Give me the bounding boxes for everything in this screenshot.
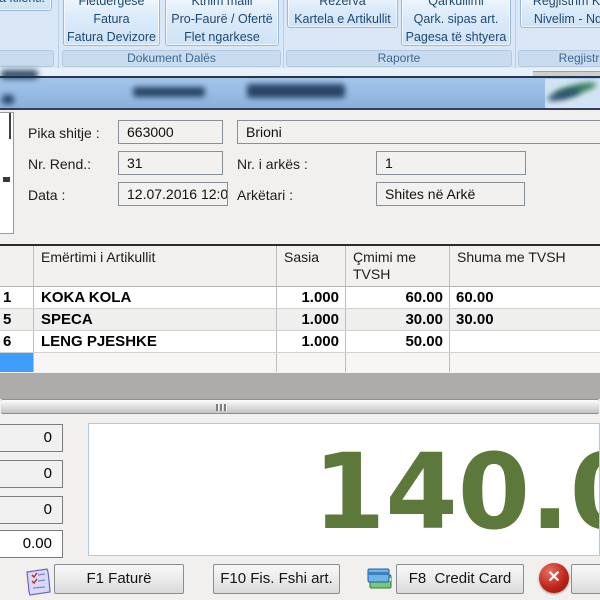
close-icon[interactable]: ✕ <box>539 563 569 593</box>
amount-field[interactable]: 0.00 <box>0 530 63 558</box>
blurred-text <box>1 70 38 79</box>
ribbon-item-qark-sipas-art[interactable]: Qark. sipas art. <box>402 10 510 28</box>
ribbon-item-kthim-malli[interactable]: Kthim malli <box>166 0 278 10</box>
splitter-grip-icon <box>216 404 218 411</box>
table-row[interactable]: 5 SPECA 1.000 30.00 30.00 <box>0 309 600 331</box>
ribbon-button-label: ga klienti. <box>0 0 45 7</box>
cell-qty: 1.000 <box>277 287 346 308</box>
table-header-row: Emërtimi i Artikullit Sasia Çmimi me TVS… <box>0 246 600 287</box>
group-caption-dokument-dales: Dokument Dalës <box>62 50 281 67</box>
side-panel-mark <box>3 177 10 182</box>
ribbon-toolbar: ga klienti. Fletdërgese Fatura Fatura De… <box>0 0 600 68</box>
ribbon-item-fatura-devizore[interactable]: Fatura Devizore <box>64 28 159 46</box>
side-panel-fragment <box>0 112 14 234</box>
splitter-grip-icon <box>220 404 222 411</box>
cell-rownum: 6 <box>0 331 34 352</box>
ribbon-item-pro-faure[interactable]: Pro-Faurë / Ofertë <box>166 10 278 28</box>
ribbon-item-qarkullimi[interactable]: Qarkullimi <box>402 0 510 10</box>
ribbon-item-pagesa-shtyera[interactable]: Pagesa të shtyera <box>402 28 510 46</box>
counter-field-3[interactable]: 0 <box>0 496 63 524</box>
cell-total: 60.00 <box>450 287 600 308</box>
cell-total <box>450 331 600 352</box>
blurred-text <box>2 95 14 104</box>
col-header-shuma[interactable]: Shuma me TVSH <box>450 246 600 286</box>
ribbon-stack-kartela[interactable]: Rezerva Kartela e Artikullit <box>287 0 398 28</box>
data-field[interactable]: 12.07.2016 12:02 <box>118 182 228 206</box>
f10-fshi-art-button[interactable]: F10 Fis. Fshi art. <box>213 564 340 594</box>
cell-rownum: 1 <box>0 287 34 308</box>
group-separator <box>58 0 59 68</box>
splitter-grip-icon <box>224 404 226 411</box>
nr-arkes-label: Nr. i arkës : <box>237 156 308 172</box>
counter-field-1[interactable]: 0 <box>0 424 63 452</box>
group-caption-regjistr: Regjistr <box>518 50 600 67</box>
horizontal-splitter[interactable] <box>1 399 599 414</box>
pika-shitje-name-field[interactable]: Brioni <box>237 120 600 144</box>
pos-window: ga klienti. Fletdërgese Fatura Fatura De… <box>0 0 600 600</box>
cell-qty <box>277 353 346 372</box>
cell-article: SPECA <box>34 309 277 330</box>
invoice-list-icon[interactable] <box>22 567 54 597</box>
ribbon-item-fletdergese[interactable]: Fletdërgese <box>64 0 159 10</box>
cell-article: KOKA KOLA <box>34 287 277 308</box>
cell-price: 60.00 <box>346 287 450 308</box>
col-header-sasia[interactable]: Sasia <box>277 246 346 286</box>
ribbon-item-regjistrim[interactable]: Regjistrim Ko <box>521 0 600 10</box>
pika-shitje-label: Pika shitje : <box>28 125 100 141</box>
cell-price: 50.00 <box>346 331 450 352</box>
col-header-rownum[interactable] <box>0 246 34 286</box>
ribbon-bottom-strip <box>0 68 600 76</box>
cell-price: 30.00 <box>346 309 450 330</box>
ribbon-item-nivelim[interactable]: Nivelim - Ndr <box>521 10 600 28</box>
nr-arkes-field[interactable]: 1 <box>376 151 526 175</box>
group-caption-fragment <box>0 50 54 67</box>
cut-off-button[interactable] <box>571 564 600 594</box>
table-row-new[interactable] <box>0 353 600 372</box>
ribbon-stack-qarkullimi[interactable]: Qarkullimi Qark. sipas art. Pagesa të sh… <box>401 0 511 46</box>
ribbon-item-fatura[interactable]: Fatura <box>64 10 159 28</box>
cell-article <box>34 353 277 372</box>
group-caption-raporte: Raporte <box>286 50 512 67</box>
credit-card-icon[interactable] <box>366 566 393 591</box>
table-row[interactable]: 6 LENG PJESHKE 1.000 50.00 <box>0 331 600 353</box>
cell-total: 30.00 <box>450 309 600 330</box>
nr-rend-field[interactable]: 31 <box>118 151 223 175</box>
items-table: Emërtimi i Artikullit Sasia Çmimi me TVS… <box>0 246 600 374</box>
grand-total-value: 140.00 <box>313 440 600 544</box>
ribbon-stack-fatura[interactable]: Fletdërgese Fatura Fatura Devizore <box>63 0 160 46</box>
ribbon-button-klienti[interactable]: ga klienti. <box>0 0 52 11</box>
ribbon-stack-oferte[interactable]: Kthim malli Pro-Faurë / Ofertë Flet ngar… <box>165 0 279 46</box>
cell-total <box>450 353 600 372</box>
cell-article: LENG PJESHKE <box>34 331 277 352</box>
arketari-field[interactable]: Shites në Arkë <box>376 182 525 206</box>
ribbon-stack-regjistrime[interactable]: Regjistrim Ko Nivelim - Ndr <box>520 0 600 28</box>
blurred-text <box>133 87 205 97</box>
group-separator <box>515 0 516 68</box>
col-header-cmimi[interactable]: Çmimi me TVSH <box>346 246 450 286</box>
group-separator <box>283 0 284 68</box>
ribbon-item-rezerva[interactable]: Rezerva <box>288 0 397 10</box>
cell-price <box>346 353 450 372</box>
logo-image-blurred <box>545 79 600 108</box>
selected-cell[interactable] <box>0 353 34 372</box>
cell-rownum: 5 <box>0 309 34 330</box>
table-row[interactable]: 1 KOKA KOLA 1.000 60.00 60.00 <box>0 287 600 309</box>
nr-rend-label: Nr. Rend.: <box>28 156 91 172</box>
ribbon-item-kartela-artikullit[interactable]: Kartela e Artikullit <box>288 10 397 28</box>
f1-fature-button[interactable]: F1 Faturë <box>54 564 184 594</box>
side-panel-border <box>9 113 11 139</box>
arketari-label: Arkëtari : <box>237 187 293 203</box>
f8-credit-card-button[interactable]: F8 Credit Card <box>396 564 524 594</box>
grand-total-panel: 140.00 <box>88 423 600 556</box>
data-label: Data : <box>28 187 65 203</box>
cell-qty: 1.000 <box>277 309 346 330</box>
cell-qty: 1.000 <box>277 331 346 352</box>
counter-field-2[interactable]: 0 <box>0 460 63 488</box>
grid-footer-band <box>0 373 600 399</box>
ribbon-item-flet-ngarkese[interactable]: Flet ngarkese <box>166 28 278 46</box>
pika-shitje-code-field[interactable]: 663000 <box>118 120 223 144</box>
blurred-text <box>247 84 345 98</box>
col-header-emertimi[interactable]: Emërtimi i Artikullit <box>34 246 277 286</box>
